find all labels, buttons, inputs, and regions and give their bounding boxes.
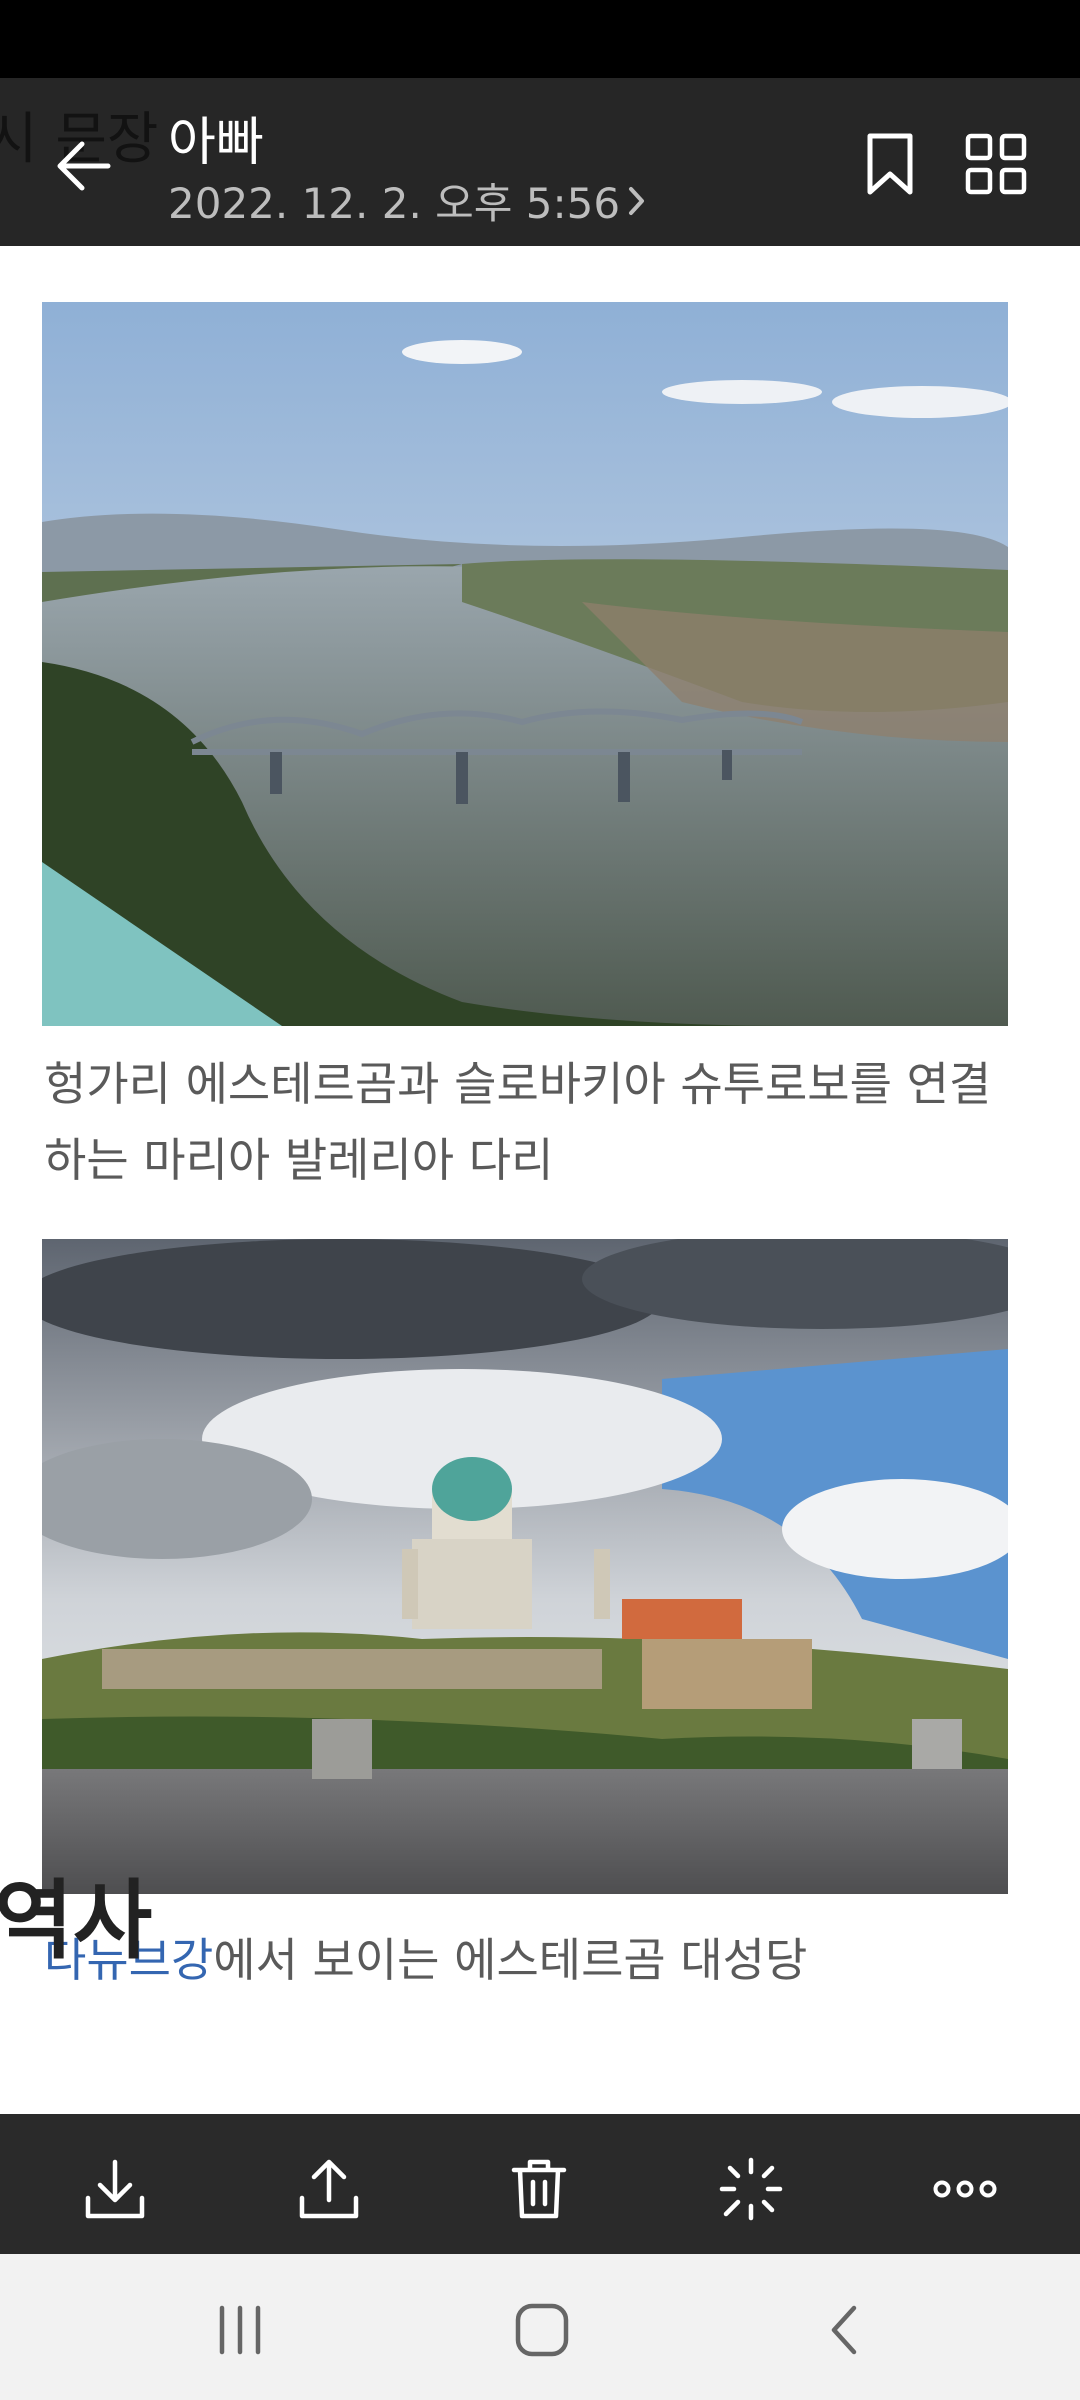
- delete-button[interactable]: [504, 2154, 574, 2224]
- recents-icon: [219, 2305, 261, 2355]
- download-button[interactable]: [80, 2154, 150, 2224]
- arrow-left-icon: [57, 141, 111, 191]
- chevron-right-icon: [629, 186, 645, 215]
- article-content: 헝가리 에스테르곰과 슬로바키아 슈투로보를 연결하는 마리아 발레리아 다리: [0, 246, 1080, 2114]
- grid-icon: [965, 133, 1027, 195]
- bookmark-button[interactable]: [860, 130, 920, 200]
- bookmark-icon: [867, 133, 913, 195]
- more-options-button[interactable]: [930, 2154, 1000, 2224]
- back-icon: [831, 2305, 857, 2355]
- trash-icon: [511, 2159, 567, 2219]
- share-icon: [299, 2159, 359, 2219]
- grid-view-button[interactable]: [964, 132, 1028, 196]
- viewer-header: 시 문장 아빠 2022. 12. 2. 오후 5:56: [0, 78, 1080, 246]
- more-icon: [933, 2180, 997, 2198]
- river-bridge-photo[interactable]: [42, 302, 1008, 1026]
- back-nav-button[interactable]: [816, 2300, 876, 2360]
- page-title: 아빠: [168, 113, 264, 173]
- capture-date-text: 2022. 12. 2. 오후 5:56: [168, 179, 621, 228]
- photo2-caption-text: 에서 보이는 에스테르곰 대성당: [213, 1933, 808, 1987]
- status-bar: [0, 0, 1080, 78]
- basilica-photo[interactable]: [42, 1239, 1008, 1894]
- sparkle-icon: [719, 2157, 783, 2221]
- bottom-toolbar: [0, 2114, 1080, 2254]
- section-heading-history: 역사: [0, 1871, 153, 1971]
- photo2-caption: 다뉴브강에서 보이는 에스테르곰 대성당: [44, 1922, 1004, 1998]
- share-button[interactable]: [294, 2154, 364, 2224]
- home-button[interactable]: [512, 2300, 572, 2360]
- capture-date[interactable]: 2022. 12. 2. 오후 5:56: [168, 170, 648, 231]
- recents-button[interactable]: [210, 2300, 270, 2360]
- system-navigation-bar: [0, 2254, 1080, 2400]
- back-button[interactable]: [46, 126, 126, 206]
- download-icon: [85, 2159, 145, 2219]
- remaster-button[interactable]: [716, 2154, 786, 2224]
- photo1-caption: 헝가리 에스테르곰과 슬로바키아 슈투로보를 연결하는 마리아 발레리아 다리: [44, 1057, 992, 1187]
- home-icon: [515, 2303, 569, 2357]
